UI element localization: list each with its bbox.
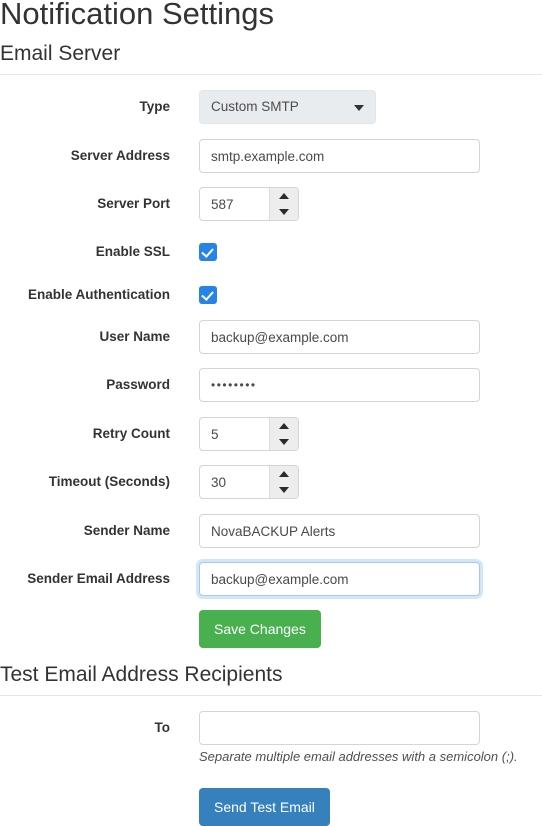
label-password: Password	[106, 377, 170, 392]
form-row-server-port: Server Port	[0, 187, 542, 221]
sender-name-container	[199, 514, 480, 548]
notification-settings-page: Notification Settings Email Server Type …	[0, 0, 542, 826]
timeout-container	[199, 465, 299, 499]
sender-name-input[interactable]	[199, 514, 480, 548]
label-to: To	[154, 720, 171, 735]
retry-count-stepper[interactable]	[269, 418, 298, 450]
user-name-container	[199, 320, 480, 354]
label-sender-name: Sender Name	[83, 523, 170, 538]
section-divider	[0, 695, 542, 696]
spinner-up-icon[interactable]	[270, 188, 298, 204]
sender-email-address-container	[199, 562, 480, 596]
form-row-to: To	[0, 711, 542, 745]
type-select[interactable]: Custom SMTP	[199, 90, 376, 124]
save-changes-button[interactable]: Save Changes	[199, 610, 321, 648]
form-row-retry-count: Retry Count	[0, 417, 542, 451]
spinner-up-icon[interactable]	[270, 466, 298, 482]
type-select-container[interactable]: Custom SMTP	[199, 90, 376, 124]
form-row-sender-email-address: Sender Email Address	[0, 562, 542, 596]
timeout-input[interactable]	[200, 466, 270, 498]
form-row-server-address: Server Address	[0, 139, 542, 173]
to-container	[199, 711, 480, 745]
form-row-enable-ssl: Enable SSL	[0, 235, 542, 269]
enable-ssl-checkbox[interactable]	[199, 243, 217, 261]
form-row-type: Type Custom SMTP	[0, 90, 542, 124]
to-help-text: Separate multiple email addresses with a…	[199, 749, 518, 764]
label-timeout: Timeout (Seconds)	[48, 474, 170, 489]
spinner-down-icon[interactable]	[270, 482, 298, 498]
server-port-stepper[interactable]	[269, 188, 298, 220]
label-server-port: Server Port	[97, 196, 170, 211]
form-row-timeout: Timeout (Seconds)	[0, 465, 542, 499]
section-heading-test-recipients: Test Email Address Recipients	[0, 663, 283, 686]
to-input[interactable]	[199, 711, 480, 745]
server-port-container	[199, 187, 299, 221]
form-row-enable-authentication: Enable Authentication	[0, 278, 542, 312]
retry-count-input[interactable]	[200, 418, 270, 450]
spinner-down-icon[interactable]	[270, 434, 298, 450]
label-enable-authentication: Enable Authentication	[27, 287, 170, 302]
label-type: Type	[139, 99, 170, 114]
server-address-input[interactable]	[199, 139, 480, 173]
label-server-address: Server Address	[70, 148, 170, 163]
server-address-container	[199, 139, 480, 173]
save-button-container: Save Changes	[199, 610, 321, 648]
password-input[interactable]	[199, 368, 480, 402]
enable-authentication-container	[199, 286, 217, 304]
password-container	[199, 368, 480, 402]
label-retry-count: Retry Count	[92, 426, 170, 441]
label-enable-ssl: Enable SSL	[95, 244, 170, 259]
form-row-sender-name: Sender Name	[0, 514, 542, 548]
form-row-user-name: User Name	[0, 320, 542, 354]
spinner-down-icon[interactable]	[270, 204, 298, 220]
form-row-password: Password	[0, 368, 542, 402]
spinner-up-icon[interactable]	[270, 418, 298, 434]
chevron-down-icon	[354, 105, 364, 111]
enable-ssl-container	[199, 243, 217, 261]
send-test-email-button[interactable]: Send Test Email	[199, 788, 330, 826]
label-sender-email-address: Sender Email Address	[27, 571, 170, 586]
timeout-stepper[interactable]	[269, 466, 298, 498]
server-port-input[interactable]	[200, 188, 270, 220]
sender-email-address-input[interactable]	[199, 562, 480, 596]
send-button-container: Send Test Email	[199, 788, 330, 826]
enable-authentication-checkbox[interactable]	[199, 286, 217, 304]
page-title: Notification Settings	[0, 0, 274, 31]
retry-count-container	[199, 417, 299, 451]
section-heading-email-server: Email Server	[0, 42, 121, 65]
label-user-name: User Name	[99, 329, 170, 344]
section-divider	[0, 74, 542, 75]
user-name-input[interactable]	[199, 320, 480, 354]
